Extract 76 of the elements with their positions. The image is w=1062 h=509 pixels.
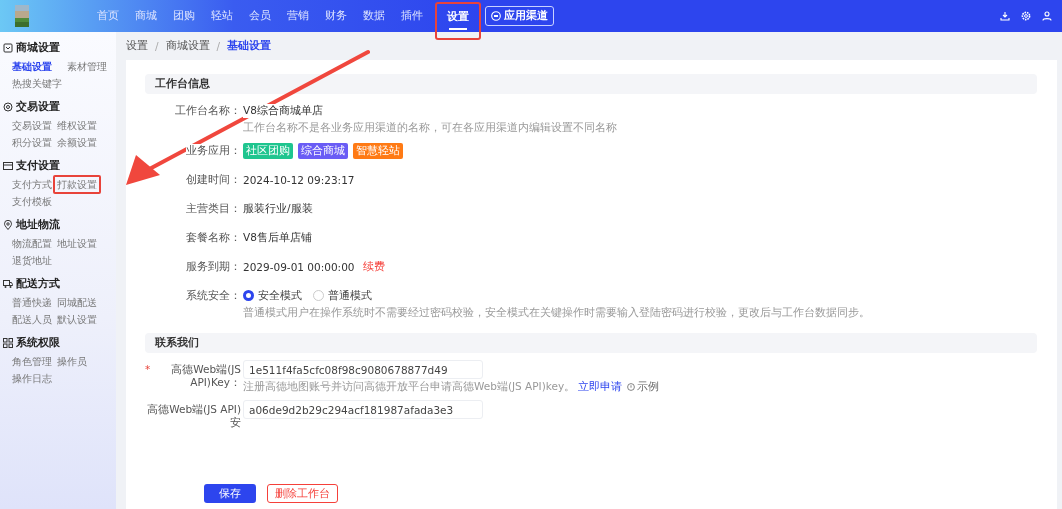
sidebar-item[interactable]: 热搜关键字 — [12, 77, 62, 90]
sidebar-group-title: 交易设置 — [16, 100, 60, 114]
nav-tab[interactable]: 数据 — [355, 0, 393, 32]
required-mark: * — [145, 363, 151, 376]
sidebar-group-title: 配送方式 — [16, 277, 60, 291]
sidebar-item[interactable]: 默认设置 — [57, 313, 97, 326]
card-icon — [3, 161, 13, 171]
breadcrumb-link[interactable]: 基础设置 — [227, 39, 272, 53]
field-value: 2024-10-12 09:23:17 — [243, 173, 355, 186]
help-icon — [627, 383, 636, 391]
sidebar-item[interactable]: 普通快递 — [12, 296, 52, 309]
nav-tab[interactable]: 商城 — [127, 0, 165, 32]
nav-tab[interactable]: 团购 — [165, 0, 203, 32]
settings-icon — [1021, 11, 1031, 21]
nav-tab[interactable]: 营销 — [279, 0, 317, 32]
sidebar-item[interactable]: 基础设置 — [12, 60, 62, 73]
field-value: 2029-09-01 00:00:00 — [243, 260, 355, 273]
radio-label: 安全模式 — [258, 288, 302, 303]
hint-text: 工作台名称不是各业务应用渠道的名称，可在各应用渠道内编辑设置不同名称 — [243, 121, 617, 135]
sidebar-group-title: 地址物流 — [16, 218, 60, 232]
sidebar-group-title: 支付设置 — [16, 159, 60, 173]
radio-button[interactable] — [243, 290, 254, 301]
app-tag: 智慧轻站 — [353, 142, 403, 159]
input-field[interactable]: a06de9d2b29c294acf181987afada3e3 — [243, 400, 483, 419]
section-title: 工作台信息 — [155, 77, 210, 91]
channel-button[interactable]: 应用渠道 — [485, 6, 554, 26]
nav-tab[interactable]: 插件 — [393, 0, 431, 32]
input-field[interactable]: 1e511f4fa5cfc08f98c9080678877d49 — [243, 360, 483, 379]
sidebar-item[interactable]: 积分设置 — [12, 136, 52, 149]
nav-tab[interactable]: 轻站 — [203, 0, 241, 32]
delete-button[interactable]: 删除工作台 — [267, 484, 338, 503]
field-label: 高德Web端(JS API)安 — [145, 403, 241, 429]
nav-tab[interactable]: 首页 — [89, 0, 127, 32]
app-tag: 社区团购 — [243, 142, 293, 159]
sidebar-item[interactable]: 物流配置 — [12, 237, 52, 250]
truck-icon — [3, 279, 13, 289]
breadcrumb-separator: / — [216, 40, 221, 52]
nav-tab[interactable]: 财务 — [317, 0, 355, 32]
sidebar-item[interactable]: 支付方式 — [12, 178, 52, 191]
field-value: 服装行业/服装 — [243, 201, 313, 216]
location-pin-icon — [3, 220, 13, 230]
sidebar-item[interactable]: 地址设置 — [57, 237, 97, 250]
apply-link[interactable]: 立即申请 — [578, 380, 623, 394]
sidebar-item[interactable]: 同城配送 — [57, 296, 97, 309]
app-tag: 综合商城 — [298, 142, 348, 159]
example-link[interactable]: 示例 — [637, 380, 660, 394]
field-value: V8综合商城单店 — [243, 103, 323, 118]
sidebar-item[interactable]: 打款设置 — [53, 175, 101, 194]
radio-label: 普通模式 — [328, 288, 372, 303]
sidebar-group-title: 商城设置 — [16, 41, 60, 55]
breadcrumb-link[interactable]: 设置 — [126, 39, 148, 53]
sidebar-item[interactable]: 角色管理 — [12, 355, 52, 368]
sidebar-item[interactable]: 余额设置 — [57, 136, 97, 149]
renew-link[interactable]: 续费 — [362, 259, 385, 274]
circle-icon — [3, 102, 13, 112]
breadcrumb-separator: / — [155, 40, 159, 52]
breadcrumb-link[interactable]: 商城设置 — [165, 39, 210, 53]
channel-icon — [491, 11, 501, 21]
sidebar-item[interactable]: 支付模板 — [12, 195, 52, 208]
nav-tab[interactable]: 会员 — [241, 0, 279, 32]
sidebar-item[interactable]: 配送人员 — [12, 313, 52, 326]
sidebar-item[interactable]: 退货地址 — [12, 254, 52, 267]
user-icon — [1042, 11, 1052, 21]
field-value: V8售后单店铺 — [243, 230, 312, 245]
save-button[interactable]: 保存 — [204, 484, 256, 503]
grid-icon — [3, 338, 13, 348]
sidebar-item[interactable]: 操作日志 — [12, 372, 52, 385]
sidebar-item[interactable]: 交易设置 — [12, 119, 52, 132]
window-icon — [3, 43, 13, 53]
download-icon — [1000, 11, 1010, 21]
section-title: 联系我们 — [155, 336, 199, 350]
sidebar-group-title: 系统权限 — [16, 336, 60, 350]
sidebar-item[interactable]: 操作员 — [57, 355, 87, 368]
nav-tab[interactable]: 设置 — [435, 2, 481, 40]
sidebar-item[interactable]: 素材管理 — [67, 60, 107, 73]
sidebar-item[interactable]: 维权设置 — [57, 119, 97, 132]
